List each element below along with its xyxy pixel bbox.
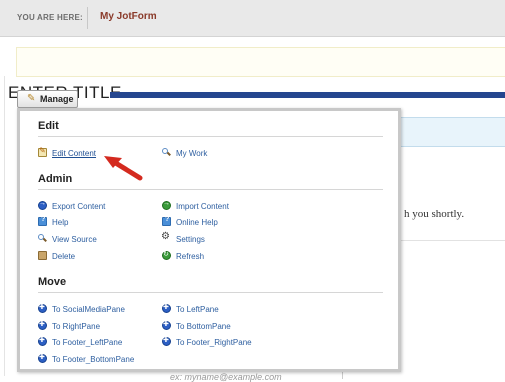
move-icon [38,320,47,330]
menu-item-label: Refresh [176,252,205,261]
menu-item-label: To LeftPane [176,305,219,314]
email-field[interactable]: ex: myname@example.com [170,372,340,382]
help-icon [38,216,47,226]
menu-item-label: To RightPane [52,322,101,331]
menu-item-export-content[interactable]: Export Content [38,200,106,213]
menu-item-import-content[interactable]: Import Content [162,200,229,213]
menu-item-settings[interactable]: Settings [161,231,205,246]
menu-item-to-leftpane[interactable]: To LeftPane [162,303,219,316]
section-title-edit: Edit [38,120,59,132]
menu-item-label: To BottomPane [176,322,231,331]
menu-item-to-footer-bottompane[interactable]: To Footer_BottomPane [38,353,135,366]
pencil-icon: ✎ [27,93,36,104]
section-title-admin: Admin [38,173,73,185]
refresh-icon [162,250,171,260]
move-icon [38,353,47,363]
menu-item-refresh[interactable]: Refresh [162,250,205,263]
manage-button[interactable]: ✎ Manage [17,90,78,108]
move-icon [162,320,171,330]
menu-item-my-work[interactable]: My Work [162,148,207,160]
menu-item-to-rightpane[interactable]: To RightPane [38,320,101,333]
online-help-icon [162,216,171,226]
menu-item-label: Settings [176,235,205,244]
menu-item-label: To Footer_LeftPane [52,338,123,347]
menu-item-label: Edit Content [52,149,97,158]
menu-item-label: Delete [52,252,76,261]
move-icon [162,336,171,346]
manage-menu-panel: Edit Edit Content My Work Admin Export C… [17,108,401,372]
menu-item-online-help[interactable]: Online Help [162,216,218,229]
menu-item-to-bottompane[interactable]: To BottomPane [162,320,231,333]
breadcrumb-label: YOU ARE HERE: [17,13,83,22]
menu-item-label: To Footer_RightPane [176,338,252,347]
divider [342,372,343,379]
export-icon [38,200,47,210]
menu-item-label: To SocialMediaPane [52,305,125,314]
section-divider [38,189,383,190]
menu-item-label: My Work [176,149,208,158]
title-rule [110,92,505,98]
menu-item-label: Online Help [176,218,218,227]
magnifier-icon [162,148,171,157]
menu-item-to-footer-leftpane[interactable]: To Footer_LeftPane [38,336,123,349]
move-icon [38,336,47,346]
breadcrumb-separator [87,7,88,29]
manage-label: Manage [40,94,74,104]
notice-strip [16,47,505,77]
section-divider [38,136,383,137]
menu-item-label: To Footer_BottomPane [52,355,135,364]
menu-item-edit-content[interactable]: Edit Content [38,146,97,160]
menu-item-label: Help [52,218,69,227]
section-title-move: Move [38,276,67,288]
page-body-text: h you shortly. [404,208,465,220]
magnifier-icon [38,234,47,243]
page-frame-edge [4,76,5,376]
info-box [400,117,505,147]
annotation-arrow-icon [104,156,143,181]
section-divider [38,292,383,293]
menu-item-view-source[interactable]: View Source [38,234,97,246]
gear-icon [161,231,171,243]
edit-page-icon [38,146,47,157]
menu-item-delete[interactable]: Delete [38,251,75,263]
trash-icon [38,251,47,260]
move-icon [38,303,47,313]
menu-item-label: View Source [52,235,97,244]
menu-item-to-socialmediapane[interactable]: To SocialMediaPane [38,303,125,316]
menu-item-label: Export Content [52,202,106,211]
breadcrumb: YOU ARE HERE: My JotForm [0,0,505,37]
divider [400,240,505,241]
menu-item-help[interactable]: Help [38,216,69,229]
menu-item-label: Import Content [176,202,229,211]
breadcrumb-link-my-jotform[interactable]: My JotForm [100,11,157,22]
import-icon [162,200,171,210]
move-icon [162,303,171,313]
menu-item-to-footer-rightpane[interactable]: To Footer_RightPane [162,336,252,349]
